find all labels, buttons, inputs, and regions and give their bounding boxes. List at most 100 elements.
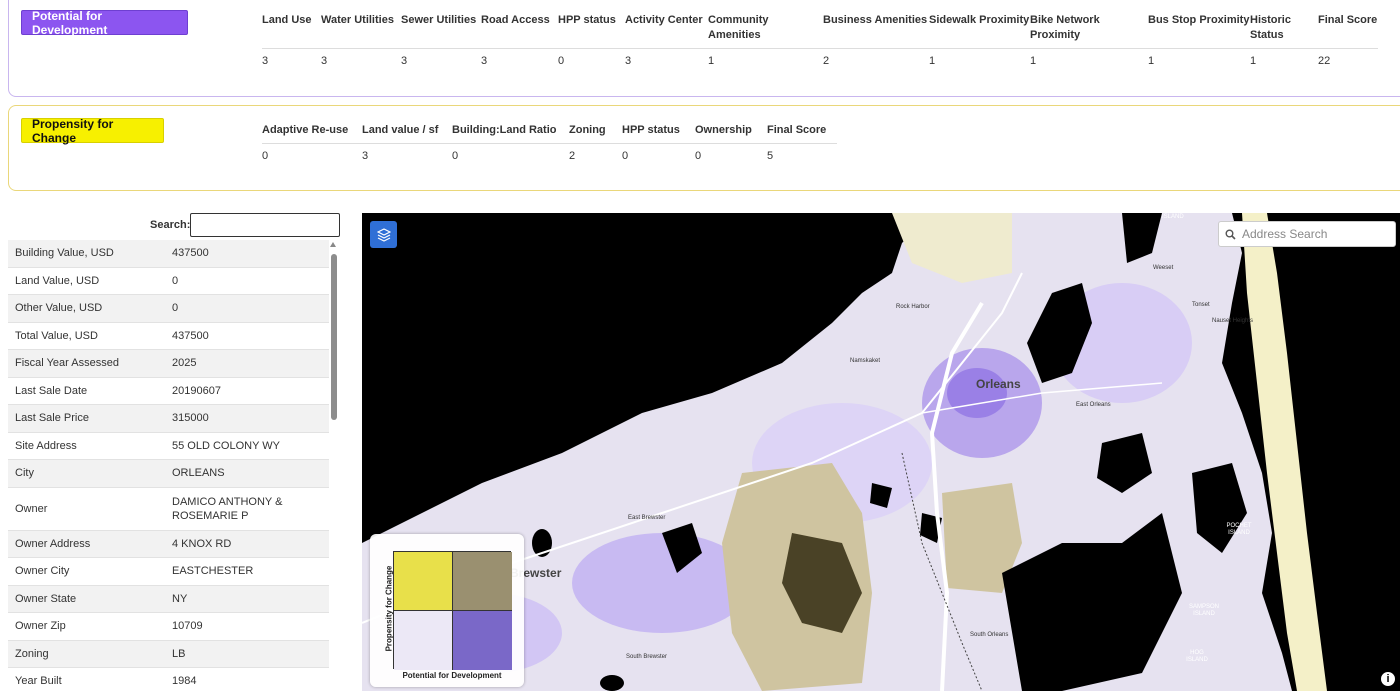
- attribute-key: Owner Address: [15, 537, 91, 550]
- map-label-south-orleans: South Orleans: [970, 632, 1009, 638]
- score-header: Water Utilities: [321, 13, 401, 49]
- score-value: 1: [1030, 55, 1037, 67]
- attribute-row: Owner Address 4 KNOX RD: [8, 530, 329, 558]
- score-header: Final Score: [1318, 13, 1378, 49]
- attribute-value: 20190607: [172, 384, 221, 397]
- legend-divider-vertical: [452, 552, 453, 670]
- bivariate-legend: Potential for Development Propensity for…: [370, 534, 524, 687]
- attribute-value: 4 KNOX RD: [172, 537, 232, 550]
- propensity-score-table: Adaptive Re-use Land value / sf Building:L…: [262, 123, 837, 162]
- attribute-key: Total Value, USD: [15, 329, 98, 342]
- score-header: Land Use: [262, 13, 321, 49]
- attribute-list: Building Value, USD 437500 Land Value, USD…: [8, 240, 329, 691]
- score-header: Bus Stop Proximity: [1148, 13, 1250, 49]
- propensity-badge: Propensity for Change: [21, 117, 164, 145]
- score-value: 3: [362, 150, 369, 162]
- attribute-value: EASTCHESTER: [172, 565, 254, 578]
- score-header: HPP status: [558, 13, 625, 49]
- attribute-key: Owner Zip: [15, 620, 66, 633]
- attribute-row: Fiscal Year Assessed 2025: [8, 350, 329, 378]
- attribute-row: Other Value, USD 0: [8, 295, 329, 323]
- map-label-hog-island: HOG ISLAND: [1186, 650, 1208, 663]
- score-header: Historic Status: [1250, 13, 1318, 49]
- legend-grid: [393, 551, 512, 670]
- score-header: Sewer Utilities: [401, 13, 481, 49]
- map-label-nauset-heights: Nauset Heights: [1212, 318, 1254, 324]
- info-icon[interactable]: i: [1380, 671, 1396, 687]
- legend-x-label: Potential for Development: [402, 671, 502, 680]
- attribute-key: Owner State: [15, 592, 77, 605]
- search-input[interactable]: [190, 213, 340, 237]
- attribute-value: 2025: [172, 357, 197, 370]
- score-value: 0: [558, 55, 565, 67]
- potential-badge: Potential for Development: [21, 9, 188, 37]
- address-search-placeholder: Address Search: [1242, 227, 1328, 241]
- attribute-row: Building Value, USD 437500: [8, 240, 329, 268]
- attribute-key: Site Address: [15, 439, 77, 452]
- score-header: Building:Land Ratio: [452, 123, 569, 144]
- score-header: Sidewalk Proximity: [929, 13, 1030, 49]
- layers-icon: [376, 227, 391, 242]
- attribute-row: Site Address 55 OLD COLONY WY: [8, 433, 329, 460]
- attribute-value: 1984: [172, 675, 197, 688]
- map-view[interactable]: Address Search Orleans Brewster Rock Har…: [362, 213, 1400, 691]
- attribute-value: LB: [172, 647, 186, 660]
- map-label-weeset: Weeset: [1153, 265, 1174, 271]
- attribute-key: Land Value, USD: [15, 274, 100, 287]
- legend-cell-high-propensity-low-potential: [394, 552, 453, 611]
- attribute-value: 437500: [172, 329, 209, 342]
- layers-button[interactable]: [370, 221, 397, 248]
- score-value: 3: [625, 55, 632, 67]
- score-header: Community Amenities: [708, 13, 823, 49]
- legend-cell-low-propensity-low-potential: [394, 611, 453, 670]
- attribute-value: 55 OLD COLONY WY: [172, 439, 280, 452]
- legend-y-label: Propensity for Change: [384, 565, 394, 652]
- map-label-east-orleans: East Orleans: [1076, 402, 1111, 408]
- score-value: 0: [452, 150, 459, 162]
- attribute-value: ORLEANS: [172, 467, 225, 480]
- map-label-top-island: ISLAND: [1162, 214, 1184, 220]
- score-value: 0: [262, 150, 269, 162]
- score-value: 1: [708, 55, 715, 67]
- score-header: Bike Network Proximity: [1030, 13, 1148, 49]
- legend-cell-low-propensity-high-potential: [453, 611, 512, 670]
- attribute-value: DAMICO ANTHONY & ROSEMARIE P: [172, 495, 283, 522]
- attribute-row: Total Value, USD 437500: [8, 323, 329, 350]
- map-label-east-brewster: East Brewster: [628, 515, 666, 521]
- attribute-value: 437500: [172, 247, 209, 260]
- attribute-key: Last Sale Price: [15, 412, 89, 425]
- attribute-list-scrollbar[interactable]: [330, 240, 338, 691]
- scroll-thumb[interactable]: [331, 254, 337, 420]
- attribute-row: Owner DAMICO ANTHONY & ROSEMARIE P: [8, 488, 329, 531]
- score-value: 3: [401, 55, 408, 67]
- attribute-key: Other Value, USD: [15, 302, 103, 315]
- score-value: 3: [481, 55, 488, 67]
- legend-cell-high-propensity-high-potential: [453, 552, 512, 611]
- score-value: 3: [321, 55, 328, 67]
- attribute-row: Owner State NY: [8, 585, 329, 613]
- attribute-row: Owner City EASTCHESTER: [8, 558, 329, 586]
- address-search-input[interactable]: Address Search: [1218, 221, 1396, 247]
- attribute-row: Last Sale Date 20190607: [8, 378, 329, 405]
- map-label-orleans: Orleans: [976, 377, 1021, 391]
- score-value: 0: [695, 150, 702, 162]
- score-header: Adaptive Re-use: [262, 123, 362, 144]
- attribute-key: Building Value, USD: [15, 247, 114, 260]
- attribute-row: Owner Zip 10709: [8, 613, 329, 641]
- score-value: 1: [929, 55, 936, 67]
- score-value: 3: [262, 55, 269, 67]
- potential-score-table: Land Use Water Utilities Sewer Utilities Ro…: [262, 13, 1378, 67]
- potential-panel: Potential for Development Land Use Water …: [8, 0, 1400, 97]
- attribute-key: Zoning: [15, 647, 49, 660]
- score-header: Final Score: [767, 123, 837, 144]
- attribute-key: Last Sale Date: [15, 384, 88, 397]
- score-value: 1: [1250, 55, 1257, 67]
- attribute-key: Owner City: [15, 565, 70, 578]
- score-value: 2: [569, 150, 576, 162]
- scroll-up-arrow-icon[interactable]: [330, 242, 336, 247]
- attribute-row: Year Built 1984: [8, 668, 329, 691]
- attribute-value: 0: [172, 302, 179, 315]
- score-value: 22: [1318, 55, 1331, 67]
- score-header: Zoning: [569, 123, 622, 144]
- attribute-row: City ORLEANS: [8, 460, 329, 488]
